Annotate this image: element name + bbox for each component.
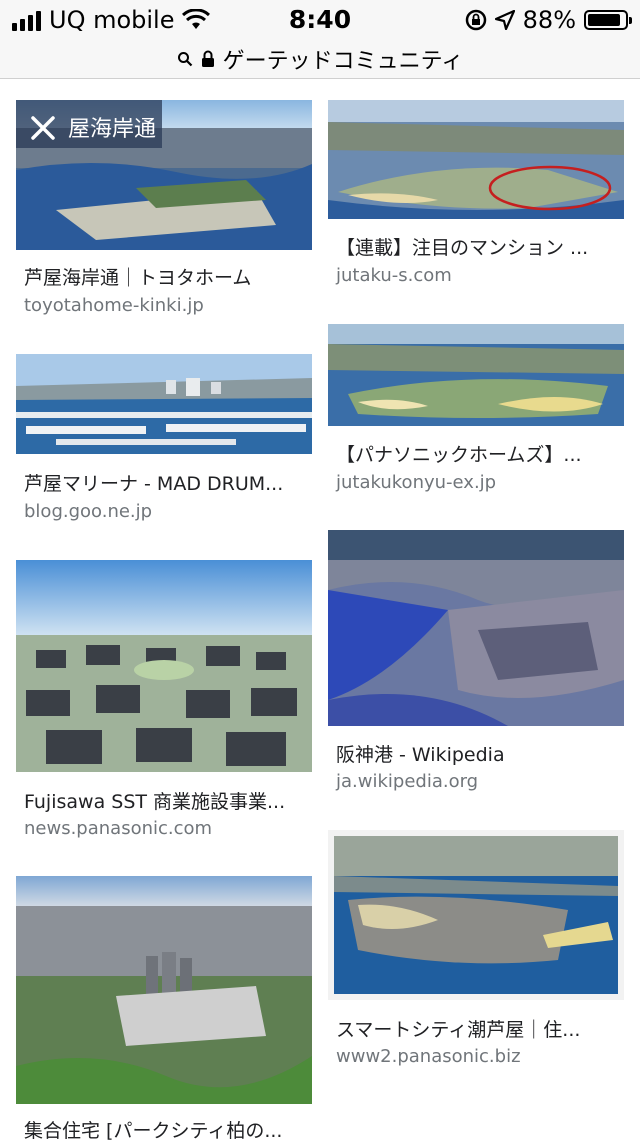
result-caption-3[interactable]: 芦屋マリーナ - MAD DRUM... (24, 469, 312, 496)
battery-percent: 88% (522, 6, 576, 34)
marina-image (16, 354, 312, 454)
residential-complex-image (16, 876, 312, 1104)
result-caption-6[interactable]: 阪神港 - Wikipedia (336, 740, 624, 767)
result-domain-8: www2.panasonic.biz (336, 1046, 521, 1067)
close-button[interactable] (20, 105, 66, 151)
result-image-2[interactable] (328, 100, 624, 219)
result-caption-2[interactable]: 【連載】注目のマンション ... (336, 233, 624, 260)
reclaimed-land-image (328, 324, 624, 426)
result-image-3[interactable] (16, 354, 312, 454)
search-query: ゲーテッドコミュニティ (222, 49, 464, 74)
result-caption-8[interactable]: スマートシティ潮芦屋｜住... (336, 1015, 624, 1042)
orientation-lock-icon (465, 9, 486, 31)
smart-city-image (328, 830, 624, 1000)
battery-icon (584, 10, 632, 30)
result-image-7[interactable] (16, 876, 312, 1104)
status-right: 88% (465, 6, 632, 34)
result-domain-3: blog.goo.ne.jp (24, 501, 153, 522)
result-domain-1: toyotahome-kinki.jp (24, 295, 204, 316)
result-caption-1[interactable]: 芦屋海岸通｜トヨタホーム (24, 263, 312, 290)
status-bar: UQ mobile 8:40 88% (0, 0, 640, 40)
close-icon (31, 116, 55, 140)
smart-town-image (16, 560, 312, 772)
result-domain-6: ja.wikipedia.org (336, 771, 479, 792)
image-overlay-text: 屋海岸通 (68, 116, 156, 141)
result-domain-4: jutakukonyu-ex.jp (336, 472, 497, 493)
result-domain-5: news.panasonic.com (24, 818, 213, 839)
result-caption-5[interactable]: Fujisawa SST 商業施設事業... (24, 787, 312, 814)
bay-aerial-image (328, 100, 624, 219)
search-icon (177, 52, 192, 67)
result-image-6[interactable] (328, 530, 624, 726)
result-caption-4[interactable]: 【パナソニックホームズ】... (336, 440, 624, 467)
result-image-8[interactable] (328, 830, 624, 1000)
result-image-4[interactable] (328, 324, 624, 426)
result-caption-7[interactable]: 集合住宅 [パークシティ柏の... (24, 1116, 312, 1143)
url-bar[interactable]: ゲーテッドコミュニティ (0, 40, 640, 79)
location-arrow-icon (494, 10, 515, 30)
result-domain-2: jutaku-s.com (336, 265, 452, 286)
port-aerial-image (328, 530, 624, 726)
lock-icon (201, 50, 214, 67)
result-image-5[interactable] (16, 560, 312, 772)
